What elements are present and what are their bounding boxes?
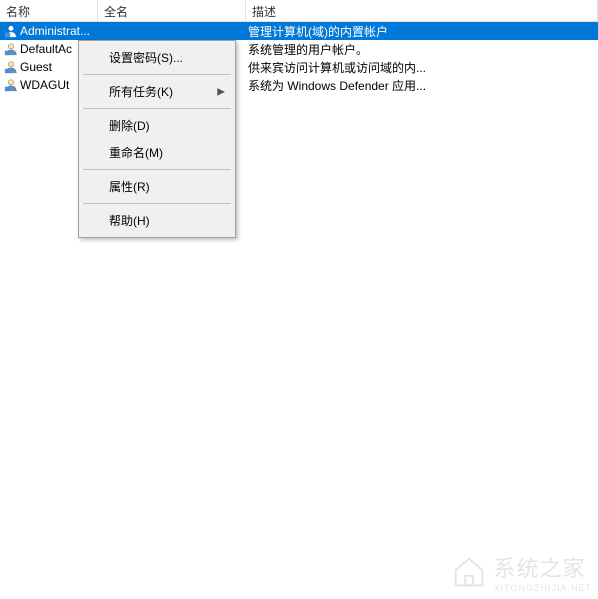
menu-separator: [83, 108, 231, 109]
menu-set-password[interactable]: 设置密码(S)...: [81, 44, 233, 71]
context-menu: 设置密码(S)... 所有任务(K) ▶ 删除(D) 重命名(M) 属性(R) …: [78, 40, 236, 238]
user-icon: [4, 24, 18, 38]
user-name-text: Administrat...: [20, 24, 90, 38]
user-icon: [4, 42, 18, 56]
column-header-desc[interactable]: 描述: [246, 0, 598, 21]
user-icon: [4, 60, 18, 74]
user-name-cell: Administrat...: [0, 23, 98, 39]
column-header-row: 名称 全名 描述: [0, 0, 598, 22]
user-icon: [4, 78, 18, 92]
user-row-administrator[interactable]: Administrat... 管理计算机(域)的内置帐户: [0, 22, 598, 40]
user-fullname-cell: [98, 30, 246, 32]
menu-separator: [83, 74, 231, 75]
watermark-subtitle: XITONGZHIJIA.NET: [494, 583, 592, 593]
watermark-title: 系统之家: [494, 551, 592, 583]
watermark: 系统之家 XITONGZHIJIA.NET: [450, 551, 592, 593]
user-desc-cell: 系统为 Windows Defender 应用...: [246, 76, 598, 95]
column-header-name[interactable]: 名称: [0, 0, 98, 21]
user-desc-cell: 管理计算机(域)的内置帐户: [246, 22, 598, 41]
menu-all-tasks-label: 所有任务(K): [109, 85, 173, 99]
column-header-fullname[interactable]: 全名: [98, 0, 246, 21]
user-name-text: WDAGUt: [20, 78, 69, 92]
menu-separator: [83, 169, 231, 170]
user-desc-cell: 供来宾访问计算机或访问域的内...: [246, 58, 598, 77]
house-icon: [450, 553, 488, 591]
user-desc-cell: 系统管理的用户帐户。: [246, 40, 598, 59]
menu-all-tasks[interactable]: 所有任务(K) ▶: [81, 78, 233, 105]
menu-rename[interactable]: 重命名(M): [81, 139, 233, 166]
user-name-text: DefaultAc: [20, 42, 72, 56]
watermark-text-group: 系统之家 XITONGZHIJIA.NET: [494, 551, 592, 593]
user-name-text: Guest: [20, 60, 52, 74]
menu-delete[interactable]: 删除(D): [81, 112, 233, 139]
menu-help[interactable]: 帮助(H): [81, 207, 233, 234]
menu-properties[interactable]: 属性(R): [81, 173, 233, 200]
menu-separator: [83, 203, 231, 204]
chevron-right-icon: ▶: [217, 86, 225, 97]
